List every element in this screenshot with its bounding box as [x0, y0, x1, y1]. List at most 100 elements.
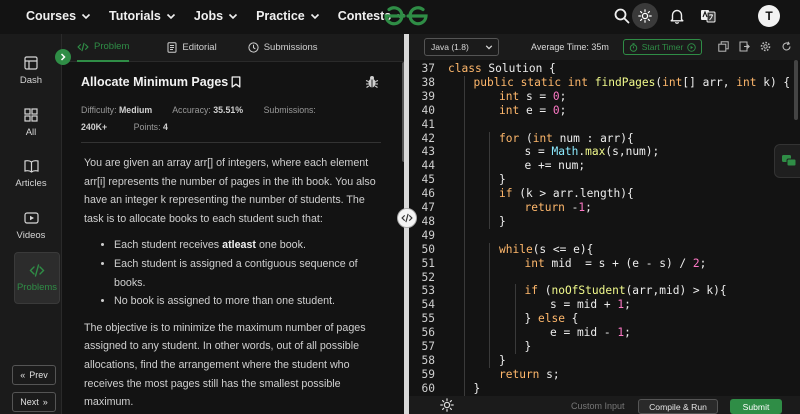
average-time: Average Time: 35m [531, 42, 609, 52]
menu-practice[interactable]: Practice [256, 9, 320, 23]
compile-run-button[interactable]: Compile & Run [638, 399, 718, 414]
code-icon [401, 213, 413, 223]
submissions-label: Submissions: [263, 105, 316, 115]
chat-button[interactable] [774, 144, 800, 178]
reset-icon[interactable] [778, 38, 795, 55]
code-text: s = mid + 1; [550, 298, 631, 312]
line-number: 38 [421, 75, 435, 89]
points-meta: Points: 4 [134, 122, 168, 132]
code-token: (s,num); [605, 145, 660, 159]
sun-icon [638, 9, 652, 23]
play-circle-icon [687, 42, 697, 52]
code-text: e += num; [525, 159, 586, 173]
code-token: ; [699, 256, 707, 270]
points-value: 4 [162, 122, 168, 132]
constraints-list: Each student receives atleast one book. … [114, 236, 384, 310]
start-timer-button[interactable]: Start Timer [623, 39, 702, 55]
theme-toggle-button[interactable] [632, 3, 658, 29]
video-icon [23, 212, 39, 224]
top-navbar: Courses Tutorials Jobs Practice Contests… [0, 0, 800, 32]
line-number: 50 [421, 242, 435, 256]
line-number: 52 [421, 270, 435, 284]
settings-icon[interactable] [757, 38, 774, 55]
indent-guide [489, 242, 490, 368]
chevron-down-icon [485, 45, 493, 50]
code-token: ; [585, 201, 592, 214]
stopwatch-icon [629, 42, 637, 52]
code-text: } [499, 354, 506, 368]
sidebar-item-articles[interactable]: Articles [0, 159, 62, 189]
code-token: ( [537, 284, 552, 298]
accuracy-label: Accuracy: [172, 105, 211, 115]
accuracy-meta: Accuracy: 35.51% [172, 105, 243, 115]
chevron-right-icon [60, 53, 66, 61]
code-token: 0 [552, 89, 560, 103]
tab-submissions-label: Submissions [263, 42, 318, 53]
code-token: s = [519, 89, 553, 103]
code-token: int [736, 75, 757, 89]
submissions-value: 240K+ [81, 122, 108, 132]
code-token: for [499, 131, 520, 145]
code-text: } [474, 382, 481, 396]
bug-report-icon[interactable] [365, 75, 379, 89]
code-token: e = mid - [550, 326, 618, 340]
resize-handle[interactable] [397, 208, 417, 228]
translate-icon[interactable] [696, 4, 720, 28]
sidebar-item-dash[interactable]: Dash [0, 56, 62, 86]
tab-submissions[interactable]: Submissions [248, 34, 318, 62]
document-icon [167, 42, 177, 53]
sidebar-item-label: Dash [19, 75, 43, 86]
code-token: (arr,mid) > k){ [625, 284, 727, 298]
collapse-sidebar-button[interactable] [55, 49, 71, 65]
sidebar-item-problems[interactable]: Problems [14, 252, 60, 304]
code-token: } [499, 173, 506, 187]
language-select[interactable]: Java (1.8) [424, 38, 499, 56]
sun-icon[interactable] [440, 398, 454, 412]
bell-icon[interactable] [665, 4, 689, 28]
bookmark-icon[interactable] [231, 76, 241, 88]
list-item: Each student is assigned a contiguous se… [114, 255, 384, 292]
custom-input-toggle[interactable]: Custom Input [571, 401, 625, 411]
prev-problem-button[interactable]: «Prev [12, 365, 56, 385]
tab-editorial[interactable]: Editorial [167, 34, 217, 62]
code-token: public static int [473, 75, 589, 89]
list-item-bold: atleast [222, 239, 256, 252]
indent-guide [463, 75, 465, 396]
problem-statement: You are given an array arr[] of integers… [84, 154, 384, 412]
user-avatar[interactable]: T [758, 5, 780, 27]
menu-tutorials[interactable]: Tutorials [109, 9, 176, 23]
accuracy-value: 35.51% [213, 105, 244, 115]
code-token: } [499, 214, 506, 228]
code-editor[interactable]: 37 class Solution {38 public static int fi… [409, 60, 800, 396]
search-icon[interactable] [610, 4, 634, 28]
code-token: int [662, 75, 683, 89]
sidebar-item-label: Problems [16, 281, 58, 293]
menu-courses-label: Courses [26, 9, 77, 23]
menu-jobs[interactable]: Jobs [194, 9, 238, 23]
code-token: s = [524, 145, 552, 159]
next-label: Next [20, 397, 39, 407]
code-token: ; [624, 326, 631, 340]
gfg-logo[interactable] [383, 3, 429, 29]
menu-tutorials-label: Tutorials [109, 9, 161, 23]
menu-courses[interactable]: Courses [26, 9, 91, 23]
export-icon[interactable] [736, 38, 753, 55]
code-token: s; [539, 367, 560, 381]
line-number: 55 [421, 312, 435, 326]
code-token: if [524, 284, 538, 298]
tab-problem[interactable]: Problem [77, 34, 130, 62]
divider [81, 142, 381, 143]
sidebar-item-all[interactable]: All [0, 108, 62, 138]
editor-scrollbar[interactable] [794, 60, 798, 120]
code-text: } [499, 173, 506, 187]
sidebar-item-videos[interactable]: Videos [0, 211, 62, 241]
sidebar-item-label: All [25, 127, 37, 138]
code-token: } [524, 340, 532, 353]
next-problem-button[interactable]: Next» [12, 392, 56, 412]
points-label: Points: [133, 122, 161, 132]
copy-icon[interactable] [715, 38, 732, 55]
chevron-down-icon [229, 13, 238, 20]
submit-button[interactable]: Submit [730, 399, 782, 414]
code-token: ; [559, 89, 567, 103]
